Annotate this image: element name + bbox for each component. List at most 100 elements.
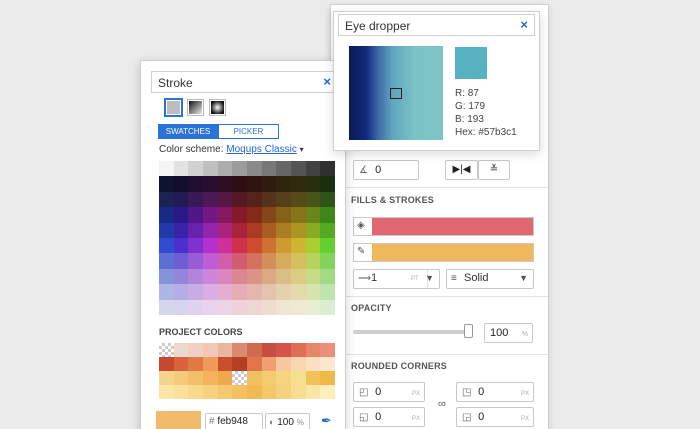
project-color-swatch[interactable] xyxy=(173,357,189,371)
color-swatch[interactable] xyxy=(173,207,189,223)
color-swatch[interactable] xyxy=(188,161,203,177)
color-swatch[interactable] xyxy=(217,207,233,223)
color-swatch[interactable] xyxy=(232,176,247,192)
color-swatch[interactable] xyxy=(232,299,247,315)
project-color-swatch[interactable] xyxy=(261,385,277,399)
project-color-swatch[interactable] xyxy=(232,357,247,371)
color-swatch[interactable] xyxy=(159,268,174,285)
color-swatch[interactable] xyxy=(173,253,189,269)
color-swatch[interactable] xyxy=(203,191,218,208)
color-swatch[interactable] xyxy=(276,161,291,177)
color-swatch[interactable] xyxy=(320,268,335,285)
color-swatch[interactable] xyxy=(320,299,335,315)
project-color-swatch[interactable] xyxy=(261,357,277,371)
color-swatch[interactable] xyxy=(173,161,189,177)
color-swatch[interactable] xyxy=(305,284,321,300)
project-color-swatch[interactable] xyxy=(291,385,306,399)
color-swatch[interactable] xyxy=(305,191,321,208)
project-color-swatch[interactable] xyxy=(217,385,233,399)
color-swatch[interactable] xyxy=(188,253,203,269)
project-color-swatch[interactable] xyxy=(217,357,233,371)
project-color-swatch[interactable] xyxy=(188,371,203,385)
project-color-swatch[interactable] xyxy=(159,385,174,399)
color-swatch[interactable] xyxy=(188,207,203,223)
color-swatch[interactable] xyxy=(217,253,233,269)
color-swatch[interactable] xyxy=(217,299,233,315)
color-swatch[interactable] xyxy=(305,222,321,238)
project-color-swatch[interactable] xyxy=(261,343,277,357)
color-swatch[interactable] xyxy=(291,207,306,223)
project-color-swatch[interactable] xyxy=(159,371,174,385)
close-icon[interactable]: × xyxy=(520,17,528,32)
project-color-swatch[interactable] xyxy=(232,371,247,385)
opacity-slider[interactable] xyxy=(353,324,473,338)
color-swatch[interactable] xyxy=(159,191,174,208)
color-swatch[interactable] xyxy=(305,161,321,177)
color-swatch[interactable] xyxy=(232,268,247,285)
color-swatch[interactable] xyxy=(291,161,306,177)
project-color-swatch[interactable] xyxy=(247,343,262,357)
color-swatch[interactable] xyxy=(291,299,306,315)
color-swatch[interactable] xyxy=(232,284,247,300)
color-swatch[interactable] xyxy=(159,207,174,223)
color-swatch[interactable] xyxy=(261,176,277,192)
flip-horizontal-button[interactable]: ▶|◀ xyxy=(445,160,478,180)
color-swatch[interactable] xyxy=(203,299,218,315)
project-color-swatch[interactable] xyxy=(217,343,233,357)
color-swatch[interactable] xyxy=(159,284,174,300)
color-swatch[interactable] xyxy=(276,253,291,269)
color-swatch[interactable] xyxy=(305,253,321,269)
color-swatch[interactable] xyxy=(159,237,174,254)
color-swatch[interactable] xyxy=(232,161,247,177)
project-color-swatch[interactable] xyxy=(276,371,291,385)
color-swatch[interactable] xyxy=(173,237,189,254)
stroke-color-picker[interactable]: ✎ xyxy=(353,243,534,262)
color-swatch[interactable] xyxy=(203,222,218,238)
color-swatch[interactable] xyxy=(305,207,321,223)
color-swatch[interactable] xyxy=(276,268,291,285)
opacity-input[interactable]: 100 % xyxy=(484,323,533,343)
color-swatch[interactable] xyxy=(232,237,247,254)
rotation-angle-field[interactable]: ∡ 0 xyxy=(353,160,419,180)
link-corners-icon[interactable]: ∞ xyxy=(438,398,446,410)
color-swatch[interactable] xyxy=(232,191,247,208)
opacity-slider-handle[interactable] xyxy=(464,324,473,338)
color-opacity-input[interactable]: ◐ 100 % xyxy=(265,413,310,429)
color-swatch[interactable] xyxy=(188,237,203,254)
color-swatch[interactable] xyxy=(173,284,189,300)
color-swatch[interactable] xyxy=(217,176,233,192)
project-color-swatch[interactable] xyxy=(188,357,203,371)
flip-vertical-button[interactable]: ≚ xyxy=(478,160,510,180)
color-swatch[interactable] xyxy=(173,176,189,192)
project-color-swatch[interactable] xyxy=(232,385,247,399)
color-swatch[interactable] xyxy=(217,191,233,208)
color-swatch[interactable] xyxy=(261,253,277,269)
project-color-swatch[interactable] xyxy=(305,371,321,385)
color-swatch[interactable] xyxy=(291,253,306,269)
color-swatch[interactable] xyxy=(247,207,262,223)
hex-input[interactable]: # feb948 xyxy=(205,413,263,429)
color-swatch[interactable] xyxy=(203,237,218,254)
color-swatch[interactable] xyxy=(217,268,233,285)
color-swatch[interactable] xyxy=(320,191,335,208)
color-swatch[interactable] xyxy=(305,237,321,254)
color-swatch[interactable] xyxy=(261,191,277,208)
corner-top-right-input[interactable]: ◳ 0 PX xyxy=(456,382,534,402)
color-swatch[interactable] xyxy=(276,176,291,192)
radial-gradient-type-button[interactable] xyxy=(209,99,226,116)
project-color-swatch[interactable] xyxy=(291,357,306,371)
color-scheme-link[interactable]: Moqups Classic xyxy=(226,144,297,155)
color-swatch[interactable] xyxy=(276,222,291,238)
project-color-swatch[interactable] xyxy=(320,371,335,385)
color-swatch[interactable] xyxy=(305,176,321,192)
color-swatch[interactable] xyxy=(247,191,262,208)
color-swatch[interactable] xyxy=(159,176,174,192)
project-color-swatch[interactable] xyxy=(159,357,174,371)
project-color-swatch[interactable] xyxy=(173,385,189,399)
color-swatch[interactable] xyxy=(247,222,262,238)
color-swatch[interactable] xyxy=(247,284,262,300)
color-swatch[interactable] xyxy=(291,176,306,192)
color-swatch[interactable] xyxy=(247,237,262,254)
color-swatch[interactable] xyxy=(217,161,233,177)
color-swatch[interactable] xyxy=(217,237,233,254)
